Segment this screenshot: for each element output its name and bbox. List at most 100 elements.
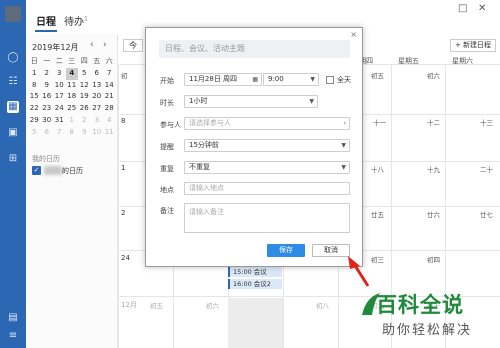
duration-select[interactable]: 1小时 ▼ xyxy=(184,95,318,108)
tab-schedule[interactable]: 日程 xyxy=(36,13,56,28)
location-input[interactable]: 请输入地点 xyxy=(184,182,350,195)
start-time-field[interactable]: 9:00 ▼ xyxy=(263,73,319,86)
start-date-value: 11月28日 周四 xyxy=(189,75,238,83)
day-cell[interactable]: 17 xyxy=(53,91,66,103)
day-cell[interactable]: 12 xyxy=(78,80,91,92)
today-button[interactable]: 今 xyxy=(123,39,143,52)
save-button[interactable]: 保存 xyxy=(267,244,305,257)
event-title-input[interactable]: 日程、会议、活动主题 xyxy=(159,40,350,58)
chat-icon[interactable]: ◯ xyxy=(7,52,19,64)
day-cell[interactable]: 30 xyxy=(41,115,54,127)
day-cell[interactable]: 25 xyxy=(66,103,79,115)
day-cell[interactable]: 10 xyxy=(53,80,66,92)
month-title: 2019年12月 xyxy=(32,43,79,52)
day-cell[interactable]: 6 xyxy=(91,68,104,80)
start-date-field[interactable]: 11月28日 周四 ▦ xyxy=(184,73,262,86)
day-cell[interactable]: 19 xyxy=(78,91,91,103)
day-cell[interactable]: 2 xyxy=(78,115,91,127)
day-cell[interactable]: 22 xyxy=(28,103,41,115)
day-cell[interactable]: 7 xyxy=(53,127,66,139)
day-cell[interactable]: 23 xyxy=(41,103,54,115)
day-cell[interactable]: 2 xyxy=(41,68,54,80)
day-number[interactable]: 8 xyxy=(121,117,125,125)
tab-todo[interactable]: 待办1 xyxy=(64,13,88,28)
menu-icon[interactable]: ≡ xyxy=(7,330,19,342)
day-cell[interactable]: 5 xyxy=(28,127,41,139)
day-cell[interactable]: 21 xyxy=(103,91,116,103)
my-calendar-label: 的日历 xyxy=(62,167,83,175)
day-cell[interactable]: 4 xyxy=(103,115,116,127)
day-cell[interactable]: 7 xyxy=(103,68,116,80)
close-icon[interactable]: ✕ xyxy=(478,3,486,14)
day-cell[interactable]: 3 xyxy=(91,115,104,127)
month-label: 12月 xyxy=(121,301,137,309)
day-cell[interactable]: 13 xyxy=(91,80,104,92)
day-cell[interactable]: 15 xyxy=(28,91,41,103)
mail-icon[interactable]: ▤ xyxy=(7,312,19,324)
reminder-select[interactable]: 15分钟前 ▼ xyxy=(184,139,350,152)
note-input[interactable]: 请输入备注 xyxy=(184,203,350,233)
new-event-button[interactable]: + 新建日程 xyxy=(450,39,496,52)
day-cell[interactable]: 10 xyxy=(91,127,104,139)
selected-day-cell[interactable]: 4 xyxy=(65,67,78,80)
apps-icon[interactable]: ⊞ xyxy=(7,153,19,165)
day-cell[interactable]: 11 xyxy=(66,80,79,92)
day-cell[interactable]: 27 xyxy=(91,103,104,115)
close-icon[interactable]: × xyxy=(350,30,357,39)
day-cell[interactable]: 18 xyxy=(66,91,79,103)
tab-underline xyxy=(35,30,57,32)
participants-field[interactable]: 请选择参与人 › xyxy=(184,117,350,130)
day-cell[interactable]: 28 xyxy=(103,103,116,115)
lunar-date: 初六 xyxy=(206,302,219,310)
day-cell[interactable]: 26 xyxy=(78,103,91,115)
week-row: 22 23 24 25 26 27 28 xyxy=(28,103,116,115)
lunar-date: 十二 xyxy=(427,119,440,127)
day-cell[interactable]: 20 xyxy=(91,91,104,103)
document-icon[interactable]: ▣ xyxy=(7,127,19,139)
lunar-date: 十一 xyxy=(373,119,386,127)
mini-calendar-pane: 2019年12月 ‹ › 日 一 二 三 四 五 六 1 2 3 4 5 6 7… xyxy=(26,34,118,348)
day-cell[interactable]: 11 xyxy=(103,127,116,139)
day-number[interactable]: 1 xyxy=(121,164,125,172)
event-item[interactable]: 15:00 会议 xyxy=(228,267,282,277)
day-cell[interactable]: 9 xyxy=(41,80,54,92)
day-number[interactable]: 24 xyxy=(121,254,130,262)
prev-month-icon[interactable]: ‹ xyxy=(90,40,94,50)
checkbox-checked-icon[interactable]: ✓ xyxy=(32,166,41,175)
day-cell[interactable]: 16 xyxy=(41,91,54,103)
day-cell[interactable]: 8 xyxy=(28,80,41,92)
day-cell[interactable]: 3 xyxy=(53,68,66,80)
next-month-icon[interactable]: › xyxy=(103,40,107,50)
chevron-down-icon: ▼ xyxy=(309,98,314,105)
lunar-date: 初五 xyxy=(150,302,163,310)
day-cell[interactable]: 31 xyxy=(53,115,66,127)
allday-checkbox[interactable] xyxy=(326,76,334,84)
day-cell[interactable]: 1 xyxy=(66,115,79,127)
participants-placeholder: 请选择参与人 xyxy=(189,119,231,127)
event-item[interactable]: 16:00 会议2 xyxy=(228,279,282,289)
weekday-row: 日 一 二 三 四 五 六 xyxy=(28,56,116,68)
calendar-icon[interactable]: ▦ xyxy=(7,101,19,113)
weekday-head: 日 xyxy=(30,57,38,65)
location-label: 地点 xyxy=(160,186,174,194)
day-cell[interactable]: 1 xyxy=(28,68,41,80)
day-cell[interactable]: 8 xyxy=(66,127,79,139)
contacts-icon[interactable]: ☷ xyxy=(7,76,19,88)
lunar-date: 廿六 xyxy=(427,211,440,219)
participants-label: 参与人 xyxy=(160,121,181,129)
repeat-select[interactable]: 不重复 ▼ xyxy=(184,161,350,174)
day-cell[interactable]: 5 xyxy=(78,68,91,80)
reminder-value: 15分钟前 xyxy=(189,141,219,149)
watermark-title: 百科全说 xyxy=(376,293,464,317)
allday-label: 全天 xyxy=(337,76,351,84)
day-number[interactable]: 2 xyxy=(121,209,125,217)
day-cell[interactable]: 9 xyxy=(78,127,91,139)
day-cell[interactable]: 14 xyxy=(103,80,116,92)
square-icon[interactable]: □ xyxy=(458,3,467,14)
lunar-date: 初四 xyxy=(427,256,440,264)
day-cell[interactable]: 29 xyxy=(28,115,41,127)
day-cell[interactable]: 24 xyxy=(53,103,66,115)
lunar-date: 初 xyxy=(121,72,128,80)
avatar[interactable] xyxy=(5,6,21,22)
day-cell[interactable]: 6 xyxy=(41,127,54,139)
